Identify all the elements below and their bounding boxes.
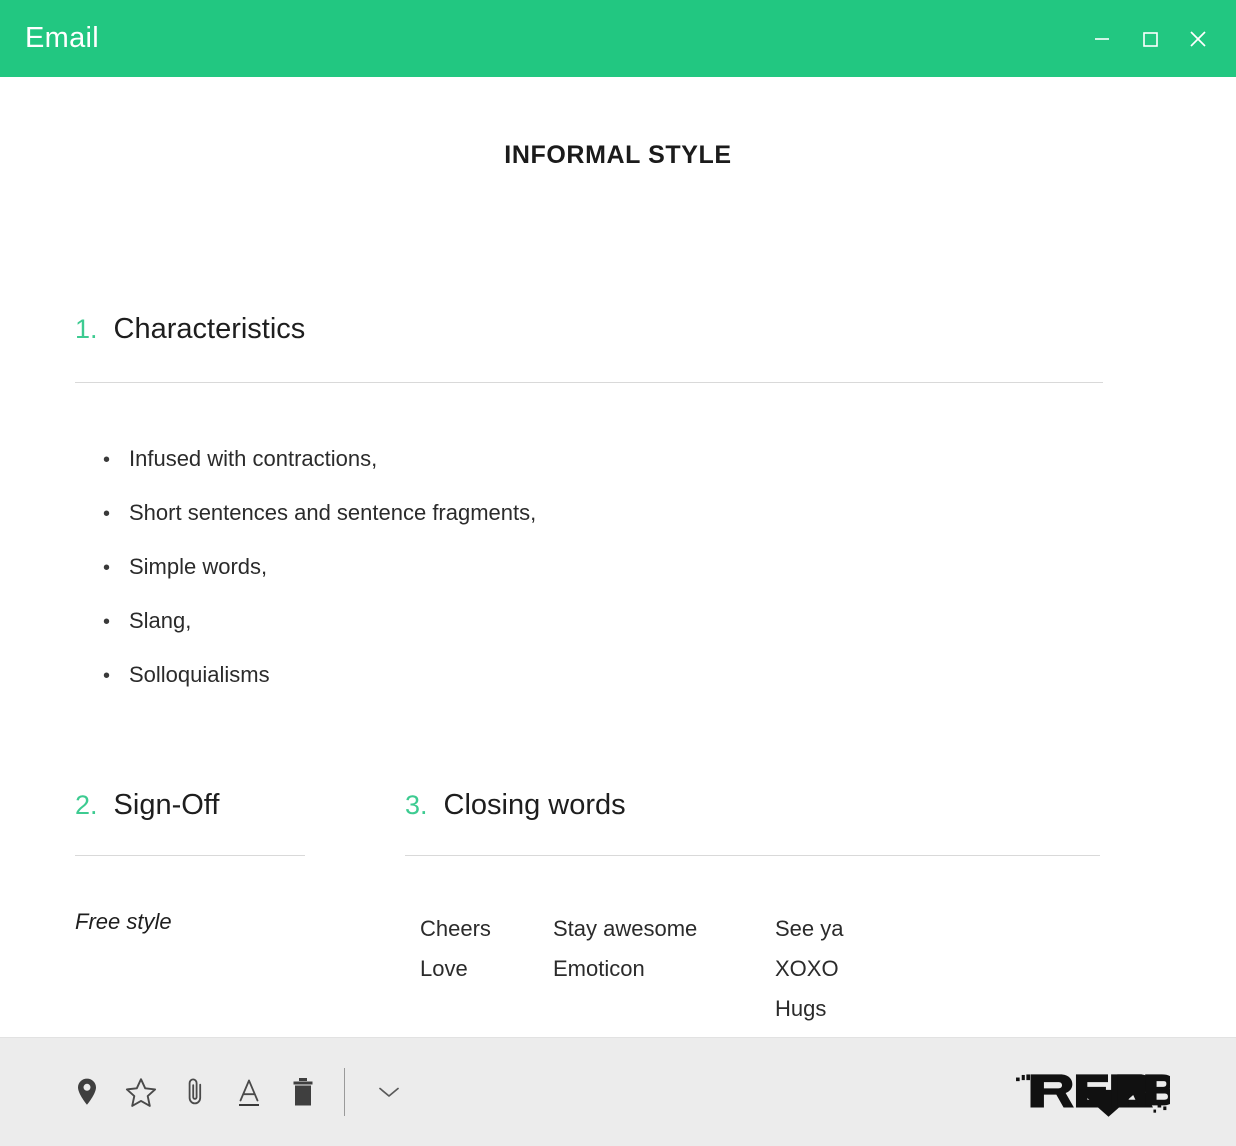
bullet-icon: •: [103, 557, 111, 579]
section-2-heading: 2. Sign-Off: [75, 789, 305, 822]
sign-off-value: Free style: [75, 909, 172, 934]
star-icon: [125, 1077, 157, 1107]
closing-words-column: Cheers Love: [420, 909, 553, 1029]
section-sign-off: 2. Sign-Off: [75, 789, 305, 856]
chevron-down-icon: [379, 1087, 399, 1097]
closing-word: Stay awesome: [553, 916, 698, 941]
maximize-button[interactable]: [1135, 24, 1165, 54]
bullet-icon: •: [103, 503, 111, 525]
bullet-icon: •: [103, 611, 111, 633]
brand-logo: [1015, 1067, 1176, 1117]
section-2-divider: [75, 855, 305, 856]
characteristics-list: • Infused with contractions, • Short sen…: [103, 432, 536, 702]
toolbar: [0, 1037, 1236, 1146]
closing-word: Love: [420, 956, 468, 981]
app-title: Email: [25, 22, 100, 54]
closing-word: Hugs: [775, 996, 827, 1021]
closing-word: Emoticon: [553, 956, 645, 981]
text-format-icon: [239, 1079, 259, 1106]
close-button[interactable]: [1183, 24, 1213, 54]
email-window: Email INFORMAL STYLE 1. Characteristics …: [0, 0, 1236, 1146]
list-item-label: Simple words,: [129, 554, 268, 579]
list-item-label: Short sentences and sentence fragments,: [129, 500, 537, 525]
section-1-divider: [75, 382, 1103, 383]
section-3-number: 3.: [405, 790, 428, 820]
list-item: • Solloquialisms: [103, 648, 536, 702]
page-title: INFORMAL STYLE: [504, 141, 732, 169]
bullet-icon: •: [103, 449, 111, 471]
list-item: • Simple words,: [103, 540, 536, 594]
list-item-label: Infused with contractions,: [129, 446, 378, 471]
section-2-number: 2.: [75, 790, 98, 820]
maximize-icon: [1143, 31, 1158, 47]
minimize-button[interactable]: [1087, 24, 1117, 54]
section-1-heading: 1. Characteristics: [75, 313, 1103, 346]
section-3-divider: [405, 855, 1100, 856]
list-item-label: Slang,: [129, 608, 192, 633]
location-pin-icon: [78, 1078, 96, 1105]
list-item: • Infused with contractions,: [103, 432, 536, 486]
more-options-button[interactable]: [367, 1070, 411, 1114]
closing-word: See ya: [775, 916, 844, 941]
window-controls: [1087, 24, 1216, 54]
closing-word: Cheers: [420, 916, 491, 941]
delete-button[interactable]: [276, 1065, 330, 1119]
section-closing-words: 3. Closing words: [405, 789, 1100, 856]
toolbar-divider: [344, 1068, 345, 1116]
section-1-number: 1.: [75, 314, 98, 344]
reverb-logo-icon: [1016, 1074, 1170, 1117]
close-icon: [1190, 30, 1206, 47]
closing-word: XOXO: [775, 956, 839, 981]
paperclip-icon: [188, 1078, 202, 1105]
favorite-button[interactable]: [114, 1065, 168, 1119]
section-2-title: Sign-Off: [113, 789, 220, 821]
toolbar-actions: [60, 1065, 411, 1119]
closing-words-columns: Cheers Love Stay awesome Emoticon See ya…: [420, 909, 955, 1029]
section-3-heading: 3. Closing words: [405, 789, 1100, 822]
document-body: INFORMAL STYLE 1. Characteristics • Infu…: [0, 77, 1236, 1037]
section-3-title: Closing words: [443, 789, 626, 821]
location-button[interactable]: [60, 1065, 114, 1119]
list-item: • Short sentences and sentence fragments…: [103, 486, 536, 540]
minimize-icon: [1095, 37, 1109, 40]
section-1-title: Characteristics: [113, 313, 306, 345]
list-item-label: Solloquialisms: [129, 662, 270, 687]
trash-icon: [293, 1078, 313, 1106]
bullet-icon: •: [103, 665, 111, 687]
attach-button[interactable]: [168, 1065, 222, 1119]
list-item: • Slang,: [103, 594, 536, 648]
closing-words-column: Stay awesome Emoticon: [553, 909, 775, 1029]
title-bar: Email: [0, 0, 1236, 77]
closing-words-column: See ya XOXO Hugs: [775, 909, 955, 1029]
text-format-button[interactable]: [222, 1065, 276, 1119]
section-characteristics: 1. Characteristics: [75, 313, 1103, 383]
